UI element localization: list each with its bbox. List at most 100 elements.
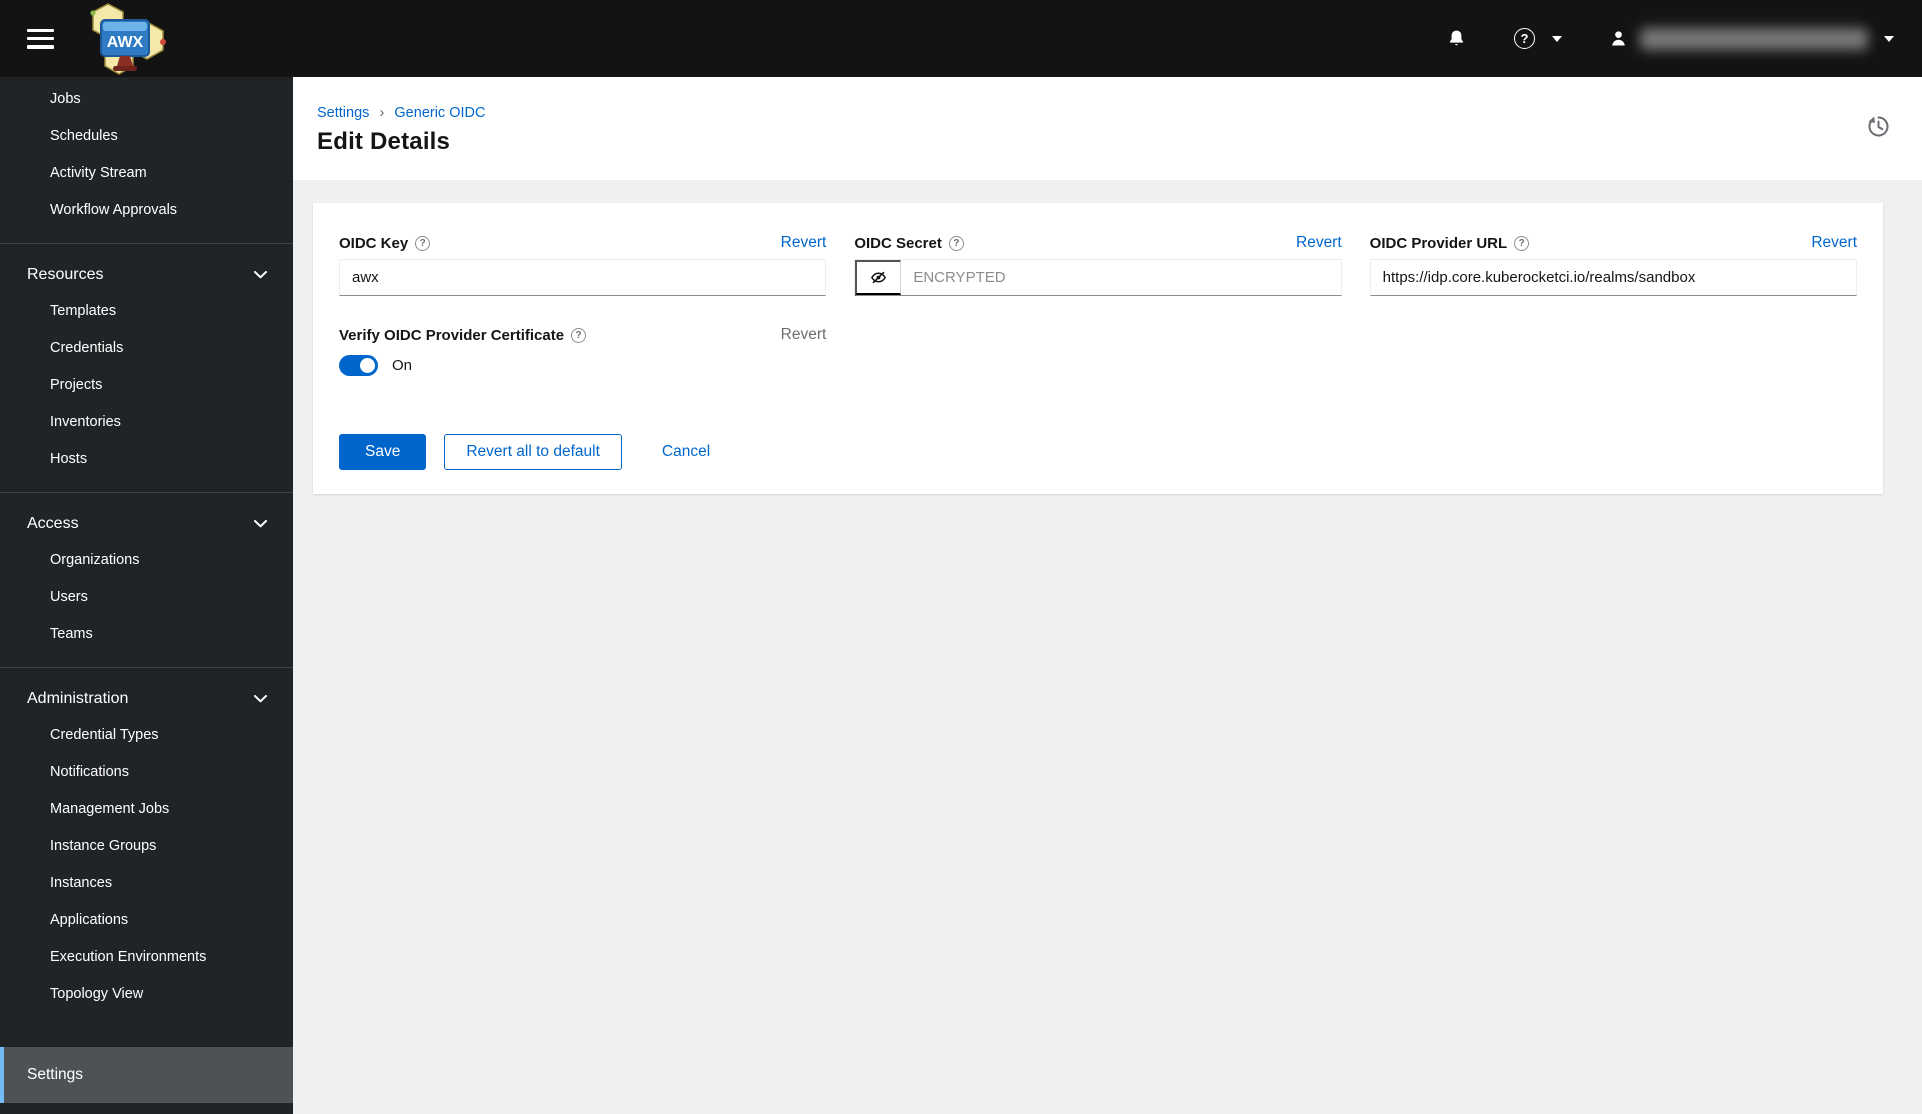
nav-group: Jobs Schedules Activity Stream Workflow App… [0, 77, 293, 243]
page-header: Settings › Generic OIDC Edit Details [293, 77, 1922, 180]
topbar: AWX ? [0, 0, 1922, 77]
sidebar-item-instances[interactable]: Instances [0, 865, 293, 902]
bell-icon [1449, 30, 1464, 46]
sidebar-item-workflow-approvals[interactable]: Workflow Approvals [0, 192, 293, 229]
view-activity-history-button[interactable] [1865, 113, 1892, 143]
notifications-button[interactable] [1446, 28, 1467, 49]
breadcrumb-separator: › [379, 104, 385, 121]
main-layout: Jobs Schedules Activity Stream Workflow App… [0, 77, 1922, 1114]
oidc-provider-url-input[interactable] [1369, 259, 1857, 296]
sidebar-item-credential-types[interactable]: Credential Types [0, 717, 293, 754]
content-area: Settings › Generic OIDC Edit Details OID… [293, 77, 1922, 1114]
field-verify-oidc-provider-certificate: Verify OIDC Provider Certificate ? Rever… [339, 325, 826, 376]
field-label: OIDC Secret ? [854, 235, 964, 252]
hamburger-menu-icon [27, 36, 54, 41]
hamburger-menu-icon [27, 45, 54, 49]
sidebar-item-instance-groups[interactable]: Instance Groups [0, 828, 293, 865]
sidebar-item-management-jobs[interactable]: Management Jobs [0, 791, 293, 828]
page-title: Edit Details [317, 128, 451, 155]
topbar-actions: ? [1446, 27, 1894, 50]
nav-group-administration: Administration Credential Types Notificati… [0, 667, 293, 1027]
question-circle-icon[interactable]: ? [571, 327, 587, 343]
oidc-secret-input[interactable] [901, 260, 1341, 295]
sidebar-item-organizations[interactable]: Organizations [0, 542, 293, 579]
help-dropdown-toggle[interactable] [1552, 35, 1562, 42]
history-icon [1868, 116, 1889, 137]
field-oidc-key: OIDC Key ? Revert [339, 233, 827, 296]
nav-group-access: Access Organizations Users Teams [0, 492, 293, 667]
question-circle-icon[interactable]: ? [948, 235, 964, 251]
breadcrumb-link-generic-oidc[interactable]: Generic OIDC [394, 105, 485, 121]
breadcrumb: Settings › Generic OIDC [317, 104, 1892, 121]
username-redacted [1640, 27, 1868, 50]
nav-group-header-access[interactable]: Access [0, 505, 293, 542]
toggle-state-label: On [392, 357, 413, 374]
nav-group-header-administration[interactable]: Administration [0, 680, 293, 717]
breadcrumb-link-settings[interactable]: Settings [317, 105, 369, 121]
nav-group-header-resources[interactable]: Resources [0, 256, 293, 293]
revert-all-to-default-button[interactable]: Revert all to default [444, 434, 622, 470]
sidebar-item-topology-view[interactable]: Topology View [0, 976, 293, 1013]
sidebar-item-templates[interactable]: Templates [0, 293, 293, 330]
question-circle-icon: ? [1514, 28, 1535, 49]
sidebar-nav: Jobs Schedules Activity Stream Workflow App… [0, 77, 293, 1114]
sidebar-item-settings[interactable]: Settings [0, 1047, 293, 1103]
chevron-down-icon [254, 694, 267, 702]
sidebar-item-users[interactable]: Users [0, 579, 293, 616]
sidebar-item-inventories[interactable]: Inventories [0, 404, 293, 441]
user-dropdown-toggle[interactable] [1884, 35, 1894, 42]
eye-slash-icon [871, 271, 887, 284]
sidebar-item-activity-stream[interactable]: Activity Stream [0, 155, 293, 192]
nav-group-label: Access [27, 515, 79, 532]
user-icon [1612, 31, 1625, 46]
awx-logo[interactable]: AWX [75, 0, 171, 77]
field-label: Verify OIDC Provider Certificate ? [339, 327, 587, 344]
cancel-button[interactable]: Cancel [652, 434, 720, 470]
nav-toggle-button[interactable] [27, 28, 54, 49]
field-oidc-secret: OIDC Secret ? Revert [854, 233, 1342, 296]
question-circle-icon[interactable]: ? [415, 235, 431, 251]
help-button[interactable]: ? [1514, 28, 1535, 49]
caret-down-icon [1552, 35, 1562, 42]
help-menu: ? [1514, 28, 1562, 49]
sidebar-item-hosts[interactable]: Hosts [0, 441, 293, 478]
sidebar-item-teams[interactable]: Teams [0, 616, 293, 653]
verify-certificate-toggle[interactable] [339, 355, 378, 376]
awx-app: AWX ? Jobs Schedules Activity Stream Wor… [0, 0, 1922, 1114]
oidc-secret-input-group [854, 259, 1342, 296]
toggle-knob [360, 358, 375, 373]
revert-oidc-secret-button[interactable]: Revert [1296, 234, 1342, 252]
nav-group-label: Resources [27, 266, 104, 283]
nav-group-label: Administration [27, 690, 129, 707]
sidebar-item-execution-environments[interactable]: Execution Environments [0, 939, 293, 976]
sidebar-item-applications[interactable]: Applications [0, 902, 293, 939]
caret-down-icon [1884, 35, 1894, 42]
oidc-key-input[interactable] [339, 259, 827, 296]
chevron-down-icon [254, 519, 267, 527]
awx-logo-text: AWX [107, 34, 144, 51]
form-actions: Save Revert all to default Cancel [339, 434, 1857, 470]
certificate-toggle-row: On [339, 355, 826, 376]
sidebar-item-jobs[interactable]: Jobs [0, 81, 293, 118]
sidebar-item-projects[interactable]: Projects [0, 367, 293, 404]
save-button[interactable]: Save [339, 434, 427, 470]
field-label: OIDC Key ? [339, 235, 431, 252]
content-body: OIDC Key ? Revert OIDC Secret [293, 180, 1922, 1114]
revert-oidc-key-button[interactable]: Revert [781, 234, 827, 252]
field-label: OIDC Provider URL ? [1370, 235, 1530, 252]
sidebar-item-notifications[interactable]: Notifications [0, 754, 293, 791]
chevron-down-icon [254, 270, 267, 278]
sidebar-item-schedules[interactable]: Schedules [0, 118, 293, 155]
awx-logo-icon: AWX [90, 3, 166, 75]
show-secret-toggle-button[interactable] [855, 260, 902, 295]
field-oidc-provider-url: OIDC Provider URL ? Revert [1369, 233, 1857, 296]
settings-form: OIDC Key ? Revert OIDC Secret [339, 233, 1857, 376]
nav-group-resources: Resources Templates Credentials Projects Inv… [0, 243, 293, 492]
sidebar-item-credentials[interactable]: Credentials [0, 330, 293, 367]
revert-oidc-provider-url-button[interactable]: Revert [1811, 234, 1857, 252]
hamburger-menu-icon [27, 28, 54, 32]
revert-certificate-button[interactable]: Revert [781, 326, 827, 344]
edit-details-card: OIDC Key ? Revert OIDC Secret [313, 203, 1883, 494]
question-circle-icon[interactable]: ? [1514, 235, 1530, 251]
nav-group: Settings [0, 1027, 293, 1114]
